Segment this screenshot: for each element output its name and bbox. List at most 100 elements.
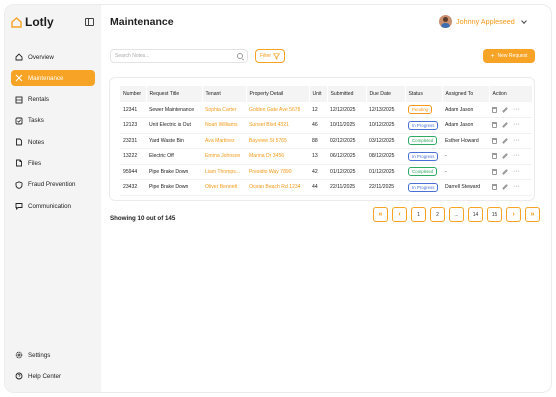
more-icon[interactable]: ··· xyxy=(513,106,520,113)
trash-icon[interactable] xyxy=(492,184,497,191)
cell-tenant[interactable]: Liam Thomps... xyxy=(202,164,246,180)
cell-tenant[interactable]: Noah Williams xyxy=(202,117,246,134)
sidebar-item-label: Maintenance xyxy=(28,74,64,82)
page-button[interactable]: ... xyxy=(449,207,464,222)
sidebar-item-files[interactable]: Files xyxy=(11,155,95,171)
page-button[interactable]: 14 xyxy=(468,207,483,222)
new-request-button[interactable]: + New Request xyxy=(483,49,535,63)
cell-number: 13222 xyxy=(120,148,146,165)
table-row[interactable]: 12341 Sewer Maintenance Sophia Carter Golde… xyxy=(120,102,532,118)
sidebar-item-maintenance[interactable]: Maintenance xyxy=(11,70,95,87)
cell-property[interactable]: Golden Gate Ave 5678 xyxy=(246,102,309,118)
cell-title: Sewer Maintenance xyxy=(146,102,202,118)
more-icon[interactable]: ··· xyxy=(513,168,520,175)
table-header-row: Number Request Title Tenant Property Detail… xyxy=(120,86,533,102)
status-badge: Completed xyxy=(408,136,438,146)
cell-status: Completed xyxy=(405,133,442,149)
table-row[interactable]: 12123 Unit Electric is Out Noah Williams Su… xyxy=(120,117,532,134)
cell-submitted: 10/11/2025 xyxy=(327,117,366,134)
status-badge: In Progress xyxy=(408,151,439,161)
sidebar-item-notes[interactable]: Notes xyxy=(11,134,95,150)
filter-label: Filter xyxy=(259,53,272,59)
sidebar-item-settings[interactable]: Settings xyxy=(11,347,95,363)
cell-assigned: Darrell Steward xyxy=(442,179,489,196)
cell-due: 03/12/2025 xyxy=(366,133,405,149)
app-window: Lotly Overview Maintenance Rentals Tasks xyxy=(4,4,552,393)
gear-icon xyxy=(15,351,23,359)
status-badge: Pending xyxy=(408,105,433,114)
search-input[interactable]: Search Notes... xyxy=(110,49,248,63)
edit-icon[interactable] xyxy=(502,184,508,191)
cell-due: 08/12/2025 xyxy=(366,148,405,165)
sidebar-item-help-center[interactable]: Help Center xyxy=(11,368,95,384)
sidebar-item-label: Communication xyxy=(28,202,71,210)
house-logo-icon xyxy=(11,16,22,28)
edit-icon[interactable] xyxy=(502,106,508,113)
sidebar-item-overview[interactable]: Overview xyxy=(11,49,95,65)
cell-actions: ··· xyxy=(489,133,532,149)
cell-title: Pipe Brake Down xyxy=(146,164,202,180)
page-button[interactable]: 2 xyxy=(430,207,445,222)
edit-icon[interactable] xyxy=(502,153,508,160)
trash-icon[interactable] xyxy=(492,168,497,175)
status-badge: In Progress xyxy=(408,182,439,192)
collapse-sidebar-icon[interactable] xyxy=(85,18,94,26)
user-name: Johnny Appleseed xyxy=(456,17,515,26)
status-badge: In Progress xyxy=(408,120,439,130)
chevron-down-icon xyxy=(520,17,527,24)
cell-property[interactable]: Marina Dr 3456 xyxy=(246,148,309,165)
cell-unit: 42 xyxy=(309,164,327,180)
sidebar-item-communication[interactable]: Communication xyxy=(11,198,95,214)
cell-property[interactable]: Sunset Blvd 4321 xyxy=(246,117,309,134)
table-row[interactable]: 13222 Electric Off Emma Johnson Marina Dr 3… xyxy=(120,148,532,165)
sidebar-item-tasks[interactable]: Tasks xyxy=(11,113,95,129)
trash-icon[interactable] xyxy=(492,137,497,144)
pagination-arrow-button[interactable]: « xyxy=(373,207,388,222)
user-menu[interactable]: Johnny Appleseed xyxy=(439,15,527,28)
more-icon[interactable]: ··· xyxy=(513,121,520,128)
cell-title: Yard Waste Bin xyxy=(146,133,202,149)
pagination-arrow-button[interactable]: ‹ xyxy=(392,207,407,222)
cell-tenant[interactable]: Emma Johnson xyxy=(202,148,246,165)
brand-logo[interactable]: Lotly xyxy=(11,15,54,29)
page-title: Maintenance xyxy=(110,16,174,28)
column-header: Number xyxy=(120,86,147,102)
cell-tenant[interactable]: Oliver Bennett xyxy=(202,179,246,196)
trash-icon[interactable] xyxy=(492,106,497,113)
more-icon[interactable]: ··· xyxy=(513,137,520,144)
shield-icon xyxy=(15,181,23,189)
edit-icon[interactable] xyxy=(502,168,508,175)
requests-table-card: Number Request Title Tenant Property Detail… xyxy=(109,77,535,201)
cell-tenant[interactable]: Ava Martinez xyxy=(202,133,246,149)
edit-icon[interactable] xyxy=(502,137,508,144)
sidebar-item-rentals[interactable]: Rentals xyxy=(11,92,95,108)
cell-property[interactable]: Ocean Beach Rd 1234 xyxy=(246,179,309,196)
cell-number: 23432 xyxy=(120,179,146,196)
cell-property[interactable]: Bayview St 5765 xyxy=(246,133,309,149)
cell-tenant[interactable]: Sophia Carter xyxy=(202,102,246,118)
filter-button[interactable]: Filter xyxy=(255,49,285,63)
cell-assigned: Adam Jason xyxy=(442,102,489,118)
pagination-arrow-button[interactable]: › xyxy=(506,207,521,222)
cell-unit: 46 xyxy=(309,117,327,134)
trash-icon[interactable] xyxy=(492,122,497,129)
home-icon xyxy=(15,53,23,61)
table-row[interactable]: 95944 Pipe Brake Down Liam Thomps... Presid… xyxy=(120,164,532,180)
page-button[interactable]: 15 xyxy=(487,207,502,222)
more-icon[interactable]: ··· xyxy=(513,152,520,159)
trash-icon[interactable] xyxy=(492,153,497,160)
sidebar-item-fraud-prevention[interactable]: Fraud Prevention xyxy=(11,177,95,193)
cell-submitted: 06/12/2025 xyxy=(327,148,366,165)
pagination-arrow-button[interactable]: » xyxy=(525,207,540,222)
pagination-summary: Showing 10 out of 145 xyxy=(110,215,176,222)
cell-property[interactable]: Presidio Way 7890 xyxy=(246,164,309,180)
more-icon[interactable]: ··· xyxy=(513,183,520,190)
search-icon xyxy=(237,53,243,59)
new-request-label: New Request xyxy=(497,53,528,59)
cell-due: 12/13/2025 xyxy=(366,102,405,118)
page-button[interactable]: 1 xyxy=(411,207,426,222)
edit-icon[interactable] xyxy=(502,122,508,129)
table-row[interactable]: 23231 Yard Waste Bin Ava Martinez Bayview S… xyxy=(120,133,532,149)
cell-submitted: 22/11/2025 xyxy=(327,179,366,196)
table-row[interactable]: 23432 Pipe Brake Down Oliver Bennett Ocean … xyxy=(120,179,532,196)
